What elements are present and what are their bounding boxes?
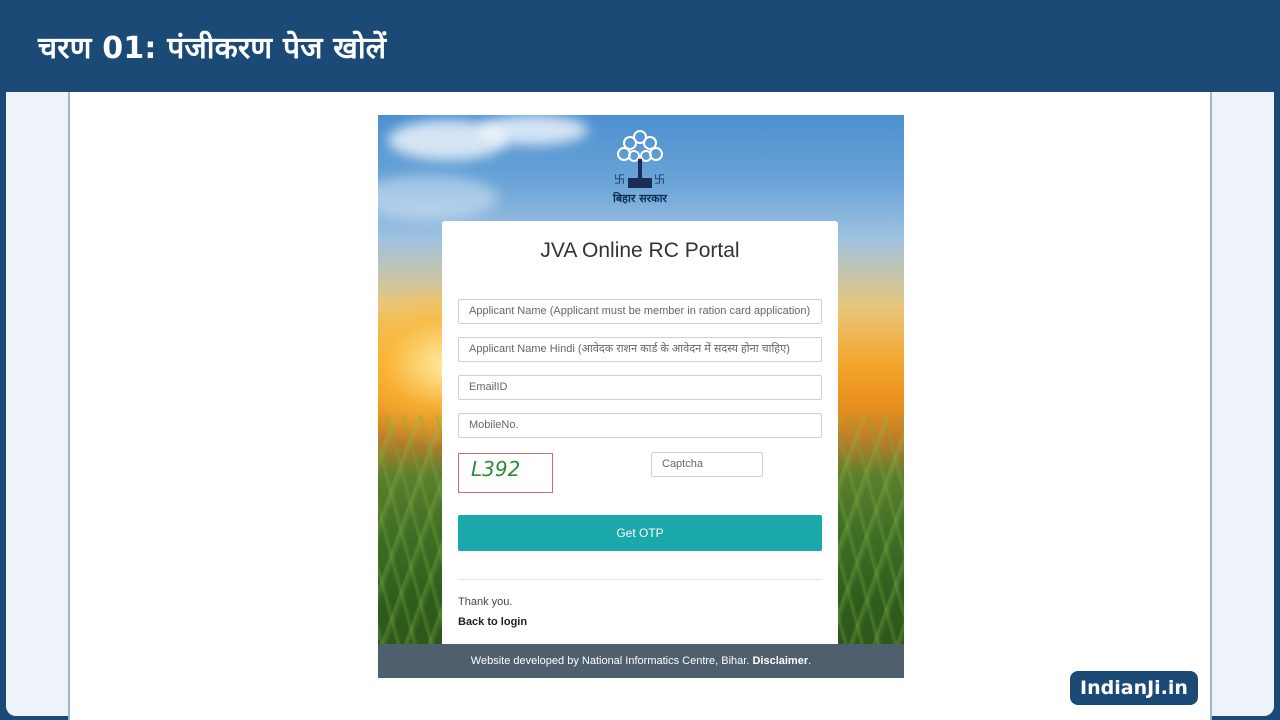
cloud [378, 175, 498, 220]
applicant-name-input[interactable]: Applicant Name (Applicant must be member… [458, 299, 822, 324]
thank-you-text: Thank you. [458, 596, 513, 608]
divider [458, 579, 822, 580]
cloud [478, 115, 588, 145]
svg-text:卐: 卐 [654, 173, 665, 186]
footer-end: . [808, 655, 812, 667]
applicant-name-hindi-input[interactable]: Applicant Name Hindi (आवेदक राशन कार्ड क… [458, 337, 822, 362]
portal-screenshot: 卐 卐 बिहार सरकार JVA Online RC Portal App… [378, 115, 904, 678]
mobile-input[interactable]: MobileNo. [458, 413, 822, 438]
email-input[interactable]: EmailID [458, 375, 822, 400]
captcha-input[interactable]: Captcha [651, 452, 763, 477]
slide-title: चरण 01: पंजीकरण पेज खोलें [38, 31, 387, 66]
registration-card: JVA Online RC Portal Applicant Name (App… [442, 221, 838, 651]
captcha-image: L392 [458, 453, 553, 493]
slide-header: चरण 01: पंजीकरण पेज खोलें [0, 0, 1280, 90]
brand-badge: IndianJi.in [1070, 671, 1198, 705]
portal-footer: Website developed by National Informatic… [378, 644, 904, 678]
get-otp-button[interactable]: Get OTP [458, 515, 822, 551]
portal-title: JVA Online RC Portal [540, 239, 740, 262]
disclaimer-link[interactable]: Disclaimer [752, 655, 808, 667]
emblem-caption: बिहार सरकार [613, 192, 667, 205]
footer-text: Website developed by National Informatic… [470, 655, 750, 667]
svg-text:卐: 卐 [614, 173, 625, 186]
back-to-login-link[interactable]: Back to login [458, 616, 527, 628]
